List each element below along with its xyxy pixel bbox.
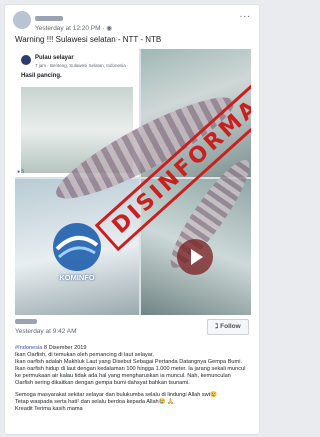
like-icon: ● — [17, 169, 21, 175]
globe-icon: ◉ — [106, 25, 112, 32]
avatar[interactable] — [13, 11, 31, 29]
rss-icon: ℷ — [215, 323, 219, 330]
more-options-icon[interactable]: ... — [240, 9, 251, 20]
inner-avatar — [21, 55, 31, 65]
inner-post-meta: 7 jam · Benteng, Sulawesi Selatan, Indon… — [35, 63, 129, 68]
hashtag-link[interactable]: #Indonesia — [15, 345, 42, 351]
repost-author-blurred[interactable] — [15, 319, 37, 324]
post-header: Yesterday at 12:20 PM · ◉ ... — [13, 9, 251, 37]
reaction-count: ● 5 — [17, 169, 25, 175]
author-name-blurred[interactable] — [35, 16, 63, 21]
repost-time[interactable]: Yesterday at 9:42 AM — [15, 328, 77, 335]
inner-author-name: Pulau selayar — [35, 55, 74, 61]
post-title: Warning !!! Sulawesi selatan - NTT - NTB — [15, 35, 162, 44]
inner-post-text: Hasil pancing. — [21, 73, 62, 79]
post-card: Yesterday at 12:20 PM · ◉ ... Warning !!… — [4, 4, 260, 435]
media-grid: Pulau selayar 7 jam · Benteng, Sulawesi … — [15, 49, 251, 315]
post-time[interactable]: Yesterday at 12:20 PM · ◉ — [35, 24, 112, 32]
play-icon[interactable] — [177, 239, 213, 275]
date-line: #Indonesia 8 Disember 2019 Ikan Oarfish, … — [15, 345, 246, 387]
post-body: #Indonesia 8 Disember 2019 Ikan Oarfish, … — [15, 345, 249, 417]
closing-text: Semoga masyarakat sekitar selayar dan bu… — [15, 391, 218, 412]
kominfo-label: KOMINFO — [59, 273, 95, 282]
follow-button[interactable]: ℷ Follow — [207, 319, 249, 335]
